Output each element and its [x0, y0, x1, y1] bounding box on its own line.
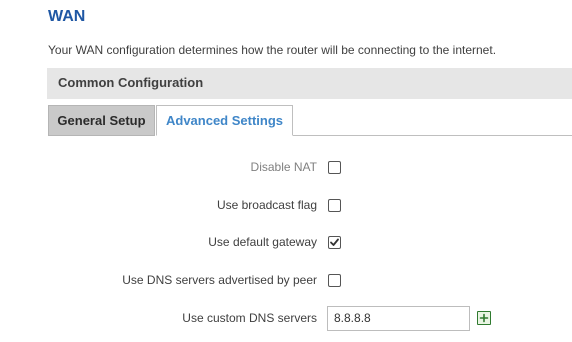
- section-title: Common Configuration: [58, 75, 204, 90]
- section-header: Common Configuration: [47, 68, 572, 99]
- default-gateway-label: Use default gateway: [208, 235, 317, 249]
- peer-dns-label: Use DNS servers advertised by peer: [122, 273, 317, 287]
- tab-general-setup[interactable]: General Setup: [48, 105, 155, 136]
- custom-dns-input[interactable]: 8.8.8.8: [327, 306, 470, 331]
- broadcast-flag-checkbox[interactable]: [328, 199, 341, 212]
- peer-dns-checkbox[interactable]: [328, 274, 341, 287]
- custom-dns-label: Use custom DNS servers: [182, 311, 317, 325]
- field-row-peer-dns: Use DNS servers advertised by peer: [0, 270, 572, 292]
- field-row-broadcast-flag: Use broadcast flag: [0, 195, 572, 217]
- broadcast-flag-label: Use broadcast flag: [216, 198, 317, 212]
- plus-icon: [479, 313, 489, 323]
- add-dns-button[interactable]: [477, 311, 491, 325]
- tab-advanced-settings[interactable]: Advanced Settings: [156, 105, 293, 136]
- field-row-disable-nat: Disable NAT: [0, 157, 572, 179]
- page-title: WAN: [48, 8, 86, 25]
- disable-nat-label: Disable NAT: [250, 160, 317, 174]
- disable-nat-checkbox[interactable]: [328, 161, 341, 174]
- default-gateway-checkbox[interactable]: [328, 236, 341, 249]
- page-description: Your WAN configuration determines how th…: [48, 43, 497, 57]
- wan-page: WAN Your WAN configuration determines ho…: [0, 0, 572, 342]
- tab-divider: [293, 135, 572, 136]
- check-icon: [330, 238, 339, 246]
- field-row-default-gateway: Use default gateway: [0, 232, 572, 254]
